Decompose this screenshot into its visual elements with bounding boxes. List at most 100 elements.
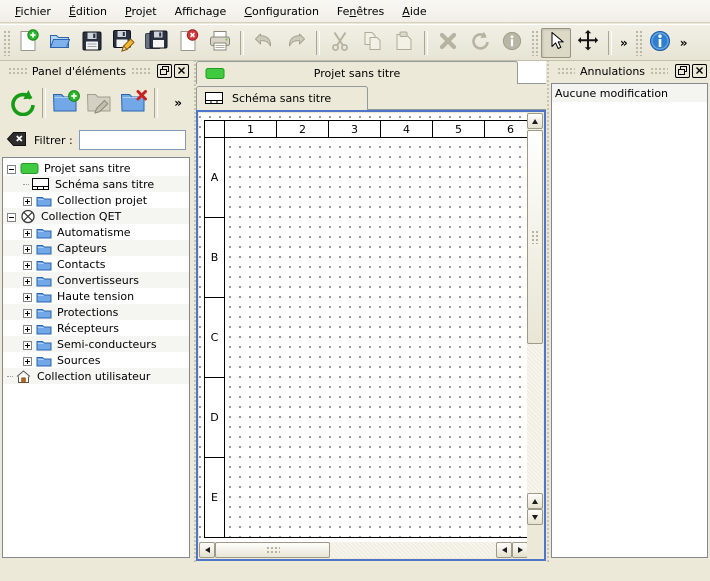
- undo-panel-titlebar[interactable]: Annulations: [549, 61, 710, 81]
- float-panel-button[interactable]: [675, 64, 690, 78]
- rotate-button[interactable]: [465, 28, 495, 58]
- scroll-right-button[interactable]: [512, 542, 528, 558]
- column-header: 1: [224, 120, 277, 138]
- edit-category-button[interactable]: [83, 86, 117, 120]
- undo-list-item[interactable]: Aucune modification: [552, 84, 707, 102]
- menu-fichier[interactable]: Fichier: [6, 2, 60, 21]
- column-header: 6: [484, 120, 527, 138]
- tree-item-sources[interactable]: Sources: [3, 352, 189, 368]
- scroll-left-button[interactable]: [496, 542, 512, 558]
- expand-expander-icon[interactable]: [23, 196, 32, 205]
- expand-expander-icon[interactable]: [23, 340, 32, 349]
- open-file-button[interactable]: [45, 28, 75, 58]
- new-file-button[interactable]: [13, 28, 43, 58]
- close-panel-button[interactable]: [174, 64, 189, 78]
- delete-button[interactable]: [433, 28, 463, 58]
- tree-item-recepteurs[interactable]: Récepteurs: [3, 320, 189, 336]
- close-panel-button[interactable]: [692, 64, 707, 78]
- about-button[interactable]: [645, 28, 675, 58]
- menu-aide[interactable]: Aide: [393, 2, 435, 21]
- float-panel-button[interactable]: [157, 64, 172, 78]
- collapse-expander-icon[interactable]: [7, 212, 16, 221]
- tab-schema-sans-titre[interactable]: Schéma sans titre: [196, 86, 368, 110]
- undo-history-list[interactable]: Aucune modification: [551, 83, 708, 558]
- expand-expander-icon[interactable]: [23, 244, 32, 253]
- tree-item-capteurs[interactable]: Capteurs: [3, 240, 189, 256]
- selection-mode-button[interactable]: [541, 28, 571, 58]
- toolbar-overflow-button[interactable]: »: [616, 36, 632, 50]
- scroll-up-button[interactable]: [527, 113, 543, 129]
- paste-button[interactable]: [389, 28, 419, 58]
- project-tab-bar: Projet sans titre: [196, 61, 546, 84]
- paste-icon: [393, 30, 415, 55]
- menu-configuration[interactable]: Configuration: [235, 2, 328, 21]
- tree-item-contacts[interactable]: Contacts: [3, 256, 189, 272]
- refresh-icon: [8, 88, 36, 119]
- element-info-button[interactable]: [497, 28, 527, 58]
- save-all-button[interactable]: [141, 28, 171, 58]
- center-area: Projet sans titre Schéma sans titre 1 2: [196, 61, 546, 562]
- scroll-up-button[interactable]: [527, 493, 543, 509]
- tree-item-convertisseurs[interactable]: Convertisseurs: [3, 272, 189, 288]
- cut-button[interactable]: [325, 28, 355, 58]
- print-button[interactable]: [205, 28, 235, 58]
- close-file-button[interactable]: [173, 28, 203, 58]
- pan-mode-button[interactable]: [573, 28, 603, 58]
- diagram-view[interactable]: 1 2 3 4 5 6 A B C D E: [196, 110, 546, 561]
- expand-expander-icon[interactable]: [23, 356, 32, 365]
- undo-panel-dock: Annulations Aucune modification: [549, 61, 710, 562]
- expand-expander-icon[interactable]: [23, 308, 32, 317]
- undo-button[interactable]: [249, 28, 279, 58]
- titlebar-texture: [557, 67, 575, 75]
- thumb-grip: [266, 546, 280, 554]
- collapse-expander-icon[interactable]: [7, 164, 16, 173]
- tree-item-collection-projet[interactable]: Collection projet: [3, 192, 189, 208]
- clear-filter-button[interactable]: [6, 130, 28, 151]
- open-folder-icon: [48, 29, 72, 56]
- horizontal-scrollbar[interactable]: [199, 542, 528, 558]
- expand-expander-icon[interactable]: [23, 260, 32, 269]
- tree-item-collection-utilisateur[interactable]: Collection utilisateur: [3, 368, 189, 384]
- expand-expander-icon[interactable]: [23, 276, 32, 285]
- toolbar-separator: [42, 88, 46, 118]
- menu-affichage[interactable]: Affichage: [166, 2, 236, 21]
- copy-button[interactable]: [357, 28, 387, 58]
- reload-collections-button[interactable]: [5, 86, 39, 120]
- scissors-icon: [329, 30, 351, 55]
- vertical-scrollbar-thumb[interactable]: [527, 130, 543, 344]
- new-category-button[interactable]: [49, 86, 83, 120]
- scroll-down-button[interactable]: [527, 509, 543, 525]
- menu-projet[interactable]: Projet: [116, 2, 166, 21]
- filter-input[interactable]: [79, 130, 186, 150]
- tree-item-protections[interactable]: Protections: [3, 304, 189, 320]
- redo-button[interactable]: [281, 28, 311, 58]
- scroll-left-button[interactable]: [199, 542, 215, 558]
- copy-icon: [361, 30, 383, 55]
- toolbar-separator: [154, 88, 158, 118]
- save-as-button[interactable]: [109, 28, 139, 58]
- vertical-scrollbar[interactable]: [527, 113, 543, 525]
- toolbar-grip[interactable]: [531, 30, 538, 56]
- tree-item-project[interactable]: Projet sans titre: [3, 160, 189, 176]
- tree-item-collection-qet[interactable]: Collection QET: [3, 208, 189, 224]
- toolbar-grip[interactable]: [3, 30, 10, 56]
- menu-fenetres[interactable]: Fenêtres: [328, 2, 393, 21]
- toolbar-grip[interactable]: [635, 30, 642, 56]
- tree-item-schema[interactable]: Schéma sans titre: [3, 176, 189, 192]
- panel-toolbar-overflow-button[interactable]: »: [170, 96, 186, 110]
- expand-expander-icon[interactable]: [23, 324, 32, 333]
- diagram-canvas[interactable]: 1 2 3 4 5 6 A B C D E: [199, 113, 527, 542]
- tree-item-automatisme[interactable]: Automatisme: [3, 224, 189, 240]
- expand-expander-icon[interactable]: [23, 228, 32, 237]
- save-button[interactable]: [77, 28, 107, 58]
- tab-projet-sans-titre[interactable]: Projet sans titre: [196, 61, 518, 84]
- expand-expander-icon[interactable]: [23, 292, 32, 301]
- tree-item-haute-tension[interactable]: Haute tension: [3, 288, 189, 304]
- delete-category-button[interactable]: [117, 86, 151, 120]
- horizontal-scrollbar-thumb[interactable]: [215, 542, 330, 558]
- elements-panel-titlebar[interactable]: Panel d'éléments: [0, 61, 192, 81]
- delete-x-icon: [437, 30, 459, 55]
- tree-item-semi-conducteurs[interactable]: Semi-conducteurs: [3, 336, 189, 352]
- menu-edition[interactable]: Édition: [60, 2, 116, 21]
- toolbar-overflow-button[interactable]: »: [676, 36, 692, 50]
